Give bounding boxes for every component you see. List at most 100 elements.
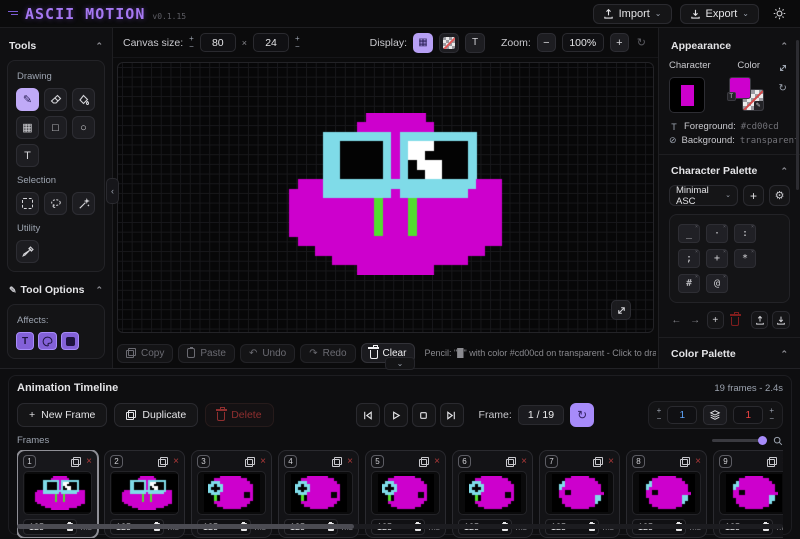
remove-character-icon[interactable]: × <box>695 275 698 280</box>
duplicate-frame-icon[interactable] <box>158 457 168 467</box>
frame-thumbnail[interactable] <box>719 471 783 515</box>
delete-char-button[interactable] <box>728 312 743 328</box>
delete-frame-icon[interactable]: × <box>434 456 440 467</box>
text-display-toggle[interactable]: T <box>465 33 485 53</box>
frames-scrollbar[interactable] <box>17 524 783 529</box>
zoom-reset-button[interactable]: ↻ <box>635 36 648 49</box>
frame-thumbnail[interactable] <box>632 471 701 515</box>
onion-skin-toggle[interactable] <box>703 405 727 425</box>
rectangle-tool-button[interactable]: □ <box>44 116 67 139</box>
eraser-tool-button[interactable] <box>44 88 67 111</box>
remove-character-icon[interactable]: × <box>695 250 698 255</box>
frame-thumbnail[interactable] <box>110 471 179 515</box>
remove-character-icon[interactable]: × <box>723 225 726 230</box>
character-key[interactable]: _× <box>678 224 700 243</box>
color-palette-section-header[interactable]: Color Palette ⌃ <box>669 346 790 368</box>
redo-button[interactable]: ↷Redo <box>300 344 355 363</box>
frame-thumbnail[interactable] <box>545 471 614 515</box>
import-palette-button[interactable] <box>751 311 769 329</box>
undo-button[interactable]: ↶Undo <box>240 344 295 363</box>
remove-character-icon[interactable]: × <box>751 225 754 230</box>
duplicate-button[interactable]: Duplicate <box>114 403 198 427</box>
character-key[interactable]: ·× <box>706 224 728 243</box>
paste-button[interactable]: Paste <box>178 344 235 363</box>
loop-toggle-button[interactable]: ↻ <box>570 403 594 427</box>
onion-next-input[interactable]: 1 <box>733 406 763 424</box>
delete-frame-icon[interactable]: × <box>173 456 179 467</box>
tool-options-section-header[interactable]: ✎Tool Options ⌃ <box>7 282 105 304</box>
remove-character-icon[interactable]: × <box>695 225 698 230</box>
character-palette-select[interactable]: Minimal ASC ⌄ <box>669 185 738 206</box>
delete-frame-icon[interactable]: × <box>782 456 783 467</box>
delete-frame-icon[interactable]: × <box>521 456 527 467</box>
affect-character-toggle[interactable]: T <box>16 332 34 350</box>
frame-thumbnail[interactable] <box>197 471 266 515</box>
character-key[interactable]: +× <box>706 249 728 268</box>
reset-colors-button[interactable]: ↻ <box>775 80 791 96</box>
canvas-expand-button[interactable] <box>611 300 631 320</box>
frame-thumbnail[interactable] <box>371 471 440 515</box>
export-button[interactable]: Export ⌄ <box>680 4 760 24</box>
swap-colors-button[interactable] <box>775 60 791 76</box>
appearance-section-header[interactable]: Appearance ⌃ <box>669 38 790 60</box>
affect-color-toggle[interactable] <box>38 332 57 350</box>
fill-bucket-tool-button[interactable] <box>72 88 95 111</box>
add-character-palette-button[interactable]: + <box>743 185 764 206</box>
new-frame-button[interactable]: +New Frame <box>17 403 107 427</box>
pattern-tool-button[interactable]: ▦ <box>16 116 39 139</box>
character-key[interactable]: #× <box>678 274 700 293</box>
zoom-in-button[interactable]: + <box>610 33 629 52</box>
slider-knob[interactable] <box>758 436 767 445</box>
onion-prev-input[interactable]: 1 <box>667 406 697 424</box>
height-stepper[interactable]: +− <box>295 35 300 51</box>
remove-character-icon[interactable]: × <box>751 250 754 255</box>
timeline-collapse-handle[interactable]: ⌄ <box>385 357 415 370</box>
delete-button[interactable]: Delete <box>205 403 273 427</box>
frame-thumbnail[interactable] <box>458 471 527 515</box>
duplicate-frame-icon[interactable] <box>506 457 516 467</box>
export-palette-button[interactable] <box>772 311 790 329</box>
width-stepper[interactable]: +− <box>189 35 194 51</box>
pencil-tool-button[interactable]: ✎ <box>16 88 39 111</box>
left-panel-collapse-handle[interactable]: ‹ <box>106 178 119 204</box>
import-button[interactable]: Import ⌄ <box>593 4 672 24</box>
move-char-right-button[interactable]: → <box>688 312 703 328</box>
last-frame-button[interactable] <box>440 403 464 427</box>
duplicate-frame-icon[interactable] <box>680 457 690 467</box>
play-button[interactable] <box>384 403 408 427</box>
slider-track[interactable] <box>712 439 767 442</box>
copy-button[interactable]: Copy <box>117 344 173 363</box>
ascii-art-canvas[interactable] <box>264 113 511 275</box>
delete-frame-icon[interactable]: × <box>608 456 614 467</box>
rect-select-tool-button[interactable] <box>16 192 39 215</box>
character-preview[interactable] <box>669 77 705 113</box>
text-tool-button[interactable]: T <box>16 144 39 167</box>
duplicate-frame-icon[interactable] <box>332 457 342 467</box>
duplicate-frame-icon[interactable] <box>593 457 603 467</box>
duplicate-frame-icon[interactable] <box>245 457 255 467</box>
affect-background-toggle[interactable] <box>61 332 79 350</box>
add-char-button[interactable]: + <box>707 311 725 329</box>
canvas-width-input[interactable]: 80 <box>200 33 236 52</box>
frame-thumbnail[interactable] <box>23 471 92 515</box>
character-key[interactable]: *× <box>734 249 756 268</box>
duplicate-frame-icon[interactable] <box>419 457 429 467</box>
character-key[interactable]: :× <box>734 224 756 243</box>
theme-toggle-button[interactable] <box>767 5 792 22</box>
remove-character-icon[interactable]: × <box>723 275 726 280</box>
character-palette-section-header[interactable]: Character Palette ⌃ <box>669 163 790 185</box>
frames-scrollbar-thumb[interactable] <box>17 524 354 529</box>
delete-frame-icon[interactable]: × <box>86 456 92 467</box>
duplicate-frame-icon[interactable] <box>71 457 81 467</box>
magic-wand-tool-button[interactable] <box>72 192 95 215</box>
ellipse-tool-button[interactable]: ○ <box>72 116 95 139</box>
delete-frame-icon[interactable]: × <box>260 456 266 467</box>
grid-display-toggle[interactable]: ▦ <box>413 33 433 53</box>
frame-thumbnail[interactable] <box>284 471 353 515</box>
onion-prev-stepper[interactable]: +− <box>657 407 662 423</box>
lasso-tool-button[interactable] <box>44 192 67 215</box>
character-key[interactable]: @× <box>706 274 728 293</box>
tools-section-header[interactable]: Tools ⌃ <box>7 38 105 60</box>
character-palette-settings-button[interactable]: ⚙ <box>769 185 790 206</box>
right-panel-scrollbar[interactable] <box>796 40 799 190</box>
